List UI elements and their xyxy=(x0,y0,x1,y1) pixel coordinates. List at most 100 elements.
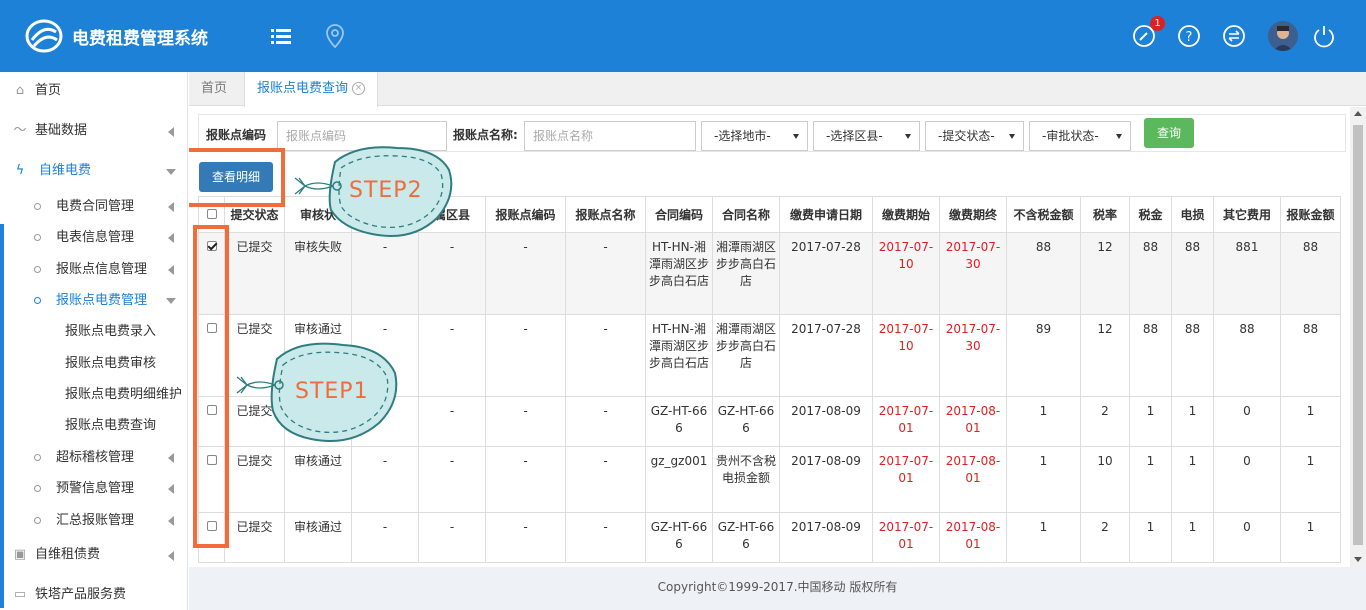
cell-start: 2017-07-10 xyxy=(872,314,940,397)
collapse-arrow-icon xyxy=(168,202,174,212)
col-header[interactable]: 报账点名称 xyxy=(565,196,646,233)
cell-pretax: 89 xyxy=(1006,314,1081,397)
scroll-up-arrow-icon[interactable] xyxy=(1354,111,1362,116)
city-select[interactable]: -选择地市- xyxy=(701,121,808,151)
cell-tax-rate: 12 xyxy=(1080,232,1130,315)
cell-apply-date: 2017-08-09 xyxy=(779,512,873,563)
cell-pretax: 1 xyxy=(1006,512,1081,563)
col-header[interactable]: 其它费用 xyxy=(1213,196,1281,233)
cell-loss: 88 xyxy=(1171,232,1214,315)
cell-name: - xyxy=(565,396,646,447)
cell-audit: 审核失败 xyxy=(284,232,352,315)
table-row[interactable]: 已提交 审核通过 - - - - GZ-HT-666 GZ-HT-666 201… xyxy=(198,512,1341,563)
col-header[interactable]: 缴费申请日期 xyxy=(779,196,873,233)
cell-amount: 1 xyxy=(1280,446,1341,513)
cell-contract-name: 贵州不含税电损金额 xyxy=(712,446,780,513)
sidebar-item-warning-info[interactable]: 预警信息管理 xyxy=(0,475,188,503)
cell-start: 2017-07-01 xyxy=(872,446,940,513)
copyright-text: Copyright©1999-2017.中国移动 版权所有 xyxy=(657,580,898,594)
line-chart-icon: 〜 xyxy=(13,123,27,138)
bullet-icon xyxy=(34,517,41,524)
tab-label: 报账点电费查询 xyxy=(257,81,349,96)
help-icon[interactable]: ? xyxy=(1175,22,1203,50)
sidebar-item-over-standard[interactable]: 超标稽核管理 xyxy=(0,444,188,472)
lightning-icon: ϟ xyxy=(15,163,25,178)
sidebar-item-power-detail-maint[interactable]: 报账点电费明细维护 xyxy=(0,381,188,409)
cell-audit: 审核通过 xyxy=(284,446,352,513)
collapse-arrow-icon xyxy=(168,265,174,275)
col-header[interactable]: 电损 xyxy=(1171,196,1214,233)
step1-highlight-box xyxy=(193,225,229,548)
sidebar-item-reimb-point-power[interactable]: 报账点电费管理 xyxy=(0,287,188,315)
bullet-icon xyxy=(34,266,41,273)
sidebar-item-power-audit[interactable]: 报账点电费审核 xyxy=(0,350,188,378)
svg-text:?: ? xyxy=(1186,30,1193,45)
col-header[interactable]: 合同编码 xyxy=(645,196,713,233)
cell-c1: - xyxy=(351,512,419,563)
cell-tax: 88 xyxy=(1129,314,1172,397)
name-input[interactable] xyxy=(524,121,696,151)
tab-power-query[interactable]: 报账点电费查询 × xyxy=(244,72,379,107)
dropdown-caret-icon xyxy=(905,134,911,139)
expand-arrow-icon xyxy=(166,298,176,304)
building-icon: ▣ xyxy=(13,547,27,562)
power-logout-icon[interactable] xyxy=(1310,22,1338,50)
cell-tax: 1 xyxy=(1129,446,1172,513)
cell-audit: 审核通过 xyxy=(284,512,352,563)
sidebar-item-basic-data[interactable]: 〜 基础数据 xyxy=(0,116,188,146)
query-button[interactable]: 查询 xyxy=(1144,118,1194,148)
sidebar-item-tower-service-fee[interactable]: ▭ 铁塔产品服务费 xyxy=(0,580,188,610)
menu-toggle-icon[interactable] xyxy=(267,22,295,50)
switch-icon[interactable] xyxy=(1220,22,1248,50)
submit-status-select[interactable]: -提交状态- xyxy=(925,121,1024,151)
sidebar-item-power-entry[interactable]: 报账点电费录入 xyxy=(0,318,188,346)
table-row[interactable]: 已提交 审核失败 - - - - HT-HN-湘潭雨湖区步步高白石店 湘潭雨湖区… xyxy=(198,232,1341,315)
cell-submit: 已提交 xyxy=(224,232,285,315)
col-header[interactable]: 报账点编码 xyxy=(485,196,566,233)
cell-apply-date: 2017-07-28 xyxy=(779,232,873,315)
cell-loss: 88 xyxy=(1171,314,1214,397)
tab-home[interactable]: 首页 xyxy=(189,72,239,106)
cell-pretax: 1 xyxy=(1006,396,1081,447)
cell-tax-rate: 2 xyxy=(1080,396,1130,447)
tab-bar: 首页 报账点电费查询 × xyxy=(189,72,1366,107)
col-header[interactable]: 缴费期始 xyxy=(872,196,940,233)
cell-tax-rate: 12 xyxy=(1080,314,1130,397)
col-header[interactable]: 报账金额 xyxy=(1280,196,1341,233)
col-header[interactable]: 税率 xyxy=(1080,196,1130,233)
approval-status-select[interactable]: -审批状态- xyxy=(1029,121,1131,151)
cell-submit: 已提交 xyxy=(224,512,285,563)
sidebar-item-power-query[interactable]: 报账点电费查询 xyxy=(0,412,188,440)
col-header[interactable]: 不含税金额 xyxy=(1006,196,1081,233)
home-icon: ⌂ xyxy=(15,83,25,98)
close-icon[interactable]: × xyxy=(352,82,366,95)
cell-tax-rate: 2 xyxy=(1080,512,1130,563)
sidebar-item-summary-reimb[interactable]: 汇总报账管理 xyxy=(0,507,188,535)
cell-submit: 已提交 xyxy=(224,446,285,513)
table-row[interactable]: 已提交 审核通过 - - - - gz_gz001 贵州不含税电损金额 2017… xyxy=(198,446,1341,513)
sidebar-item-self-maintained-lease[interactable]: ▣ 自维租债费 xyxy=(0,540,188,570)
select-all-checkbox[interactable] xyxy=(206,209,217,219)
china-mobile-logo-icon xyxy=(25,19,63,53)
sidebar-item-reimb-point-info[interactable]: 报账点信息管理 xyxy=(0,256,188,284)
sidebar-item-power-contract[interactable]: 电费合同管理 xyxy=(0,193,188,221)
cell-end: 2017-08-01 xyxy=(939,446,1007,513)
sidebar-item-home[interactable]: ⌂ 首页 xyxy=(0,76,188,106)
step2-highlight-box xyxy=(189,148,285,207)
location-pin-icon[interactable] xyxy=(321,22,349,50)
cell-tax: 88 xyxy=(1129,232,1172,315)
vertical-scrollbar[interactable] xyxy=(1350,107,1366,567)
name-label: 报账点名称: xyxy=(453,128,518,142)
cell-apply-date: 2017-08-09 xyxy=(779,446,873,513)
collapse-arrow-icon xyxy=(168,551,174,561)
scrollbar-thumb[interactable] xyxy=(1353,125,1363,545)
col-header[interactable]: 合同名称 xyxy=(712,196,780,233)
sidebar-item-self-maintained-power[interactable]: ϟ 自维电费 xyxy=(0,156,188,186)
sidebar-item-meter-info[interactable]: 电表信息管理 xyxy=(0,224,188,252)
col-header[interactable]: 缴费期终 xyxy=(939,196,1007,233)
cell-other: 0 xyxy=(1213,512,1281,563)
col-header[interactable]: 税金 xyxy=(1129,196,1172,233)
user-avatar[interactable] xyxy=(1268,21,1298,51)
district-select[interactable]: -选择区县- xyxy=(813,121,920,151)
scroll-down-arrow-icon[interactable] xyxy=(1354,557,1362,562)
